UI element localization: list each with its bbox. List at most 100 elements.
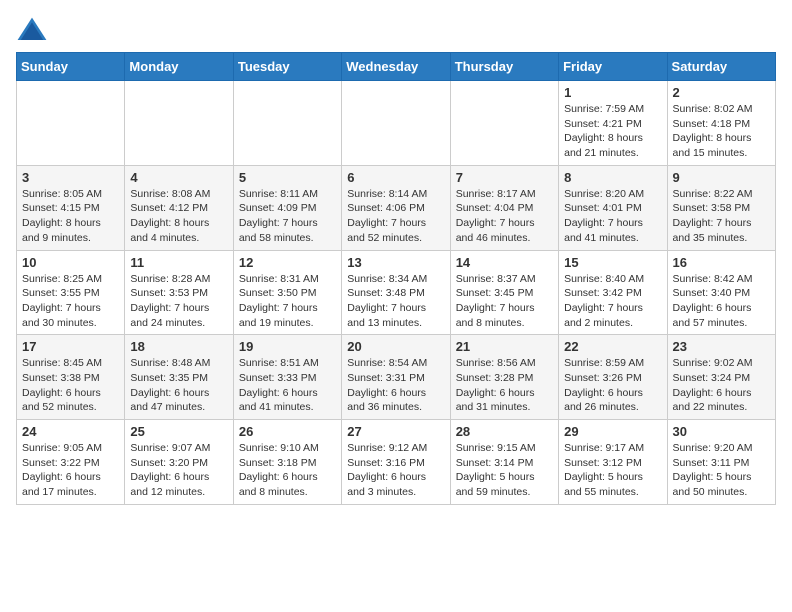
- calendar-cell: 10 Sunrise: 8:25 AM Sunset: 3:55 PM Dayli…: [17, 250, 125, 335]
- day-number: 10: [22, 255, 119, 270]
- day-number: 22: [564, 339, 661, 354]
- day-number: 2: [673, 85, 770, 100]
- calendar-cell: 3 Sunrise: 8:05 AM Sunset: 4:15 PM Daylig…: [17, 165, 125, 250]
- day-number: 29: [564, 424, 661, 439]
- day-info: Sunrise: 9:02 AM Sunset: 3:24 PM Dayligh…: [673, 356, 770, 415]
- day-info: Sunrise: 9:12 AM Sunset: 3:16 PM Dayligh…: [347, 441, 444, 500]
- day-number: 14: [456, 255, 553, 270]
- day-info: Sunrise: 8:45 AM Sunset: 3:38 PM Dayligh…: [22, 356, 119, 415]
- calendar-cell: 11 Sunrise: 8:28 AM Sunset: 3:53 PM Dayli…: [125, 250, 233, 335]
- calendar-cell: 4 Sunrise: 8:08 AM Sunset: 4:12 PM Daylig…: [125, 165, 233, 250]
- day-info: Sunrise: 9:20 AM Sunset: 3:11 PM Dayligh…: [673, 441, 770, 500]
- day-info: Sunrise: 9:07 AM Sunset: 3:20 PM Dayligh…: [130, 441, 227, 500]
- calendar-week-row: 24 Sunrise: 9:05 AM Sunset: 3:22 PM Dayli…: [17, 420, 776, 505]
- day-number: 3: [22, 170, 119, 185]
- day-number: 24: [22, 424, 119, 439]
- page-header: [16, 16, 776, 44]
- day-number: 11: [130, 255, 227, 270]
- day-info: Sunrise: 8:02 AM Sunset: 4:18 PM Dayligh…: [673, 102, 770, 161]
- calendar-cell: 21 Sunrise: 8:56 AM Sunset: 3:28 PM Dayli…: [450, 335, 558, 420]
- day-info: Sunrise: 7:59 AM Sunset: 4:21 PM Dayligh…: [564, 102, 661, 161]
- calendar-cell: 24 Sunrise: 9:05 AM Sunset: 3:22 PM Dayli…: [17, 420, 125, 505]
- weekday-header: Sunday: [17, 53, 125, 81]
- day-number: 30: [673, 424, 770, 439]
- logo-icon: [16, 16, 48, 44]
- day-number: 25: [130, 424, 227, 439]
- day-number: 8: [564, 170, 661, 185]
- calendar-cell: 29 Sunrise: 9:17 AM Sunset: 3:12 PM Dayli…: [559, 420, 667, 505]
- weekday-header: Saturday: [667, 53, 775, 81]
- day-number: 1: [564, 85, 661, 100]
- calendar-cell: [233, 81, 341, 166]
- calendar-cell: 5 Sunrise: 8:11 AM Sunset: 4:09 PM Daylig…: [233, 165, 341, 250]
- day-info: Sunrise: 8:37 AM Sunset: 3:45 PM Dayligh…: [456, 272, 553, 331]
- day-info: Sunrise: 8:25 AM Sunset: 3:55 PM Dayligh…: [22, 272, 119, 331]
- calendar-cell: 22 Sunrise: 8:59 AM Sunset: 3:26 PM Dayli…: [559, 335, 667, 420]
- calendar-table: SundayMondayTuesdayWednesdayThursdayFrid…: [16, 52, 776, 505]
- calendar-week-row: 10 Sunrise: 8:25 AM Sunset: 3:55 PM Dayli…: [17, 250, 776, 335]
- calendar-cell: 27 Sunrise: 9:12 AM Sunset: 3:16 PM Dayli…: [342, 420, 450, 505]
- day-info: Sunrise: 8:59 AM Sunset: 3:26 PM Dayligh…: [564, 356, 661, 415]
- calendar-cell: 13 Sunrise: 8:34 AM Sunset: 3:48 PM Dayli…: [342, 250, 450, 335]
- calendar-week-row: 1 Sunrise: 7:59 AM Sunset: 4:21 PM Daylig…: [17, 81, 776, 166]
- calendar-cell: 28Sunrise: 9:15 AM Sunset: 3:14 PM Dayli…: [450, 420, 558, 505]
- calendar-cell: [125, 81, 233, 166]
- day-number: 20: [347, 339, 444, 354]
- calendar-cell: 1 Sunrise: 7:59 AM Sunset: 4:21 PM Daylig…: [559, 81, 667, 166]
- day-info: Sunrise: 8:05 AM Sunset: 4:15 PM Dayligh…: [22, 187, 119, 246]
- day-info: Sunrise: 8:22 AM Sunset: 3:58 PM Dayligh…: [673, 187, 770, 246]
- day-number: 16: [673, 255, 770, 270]
- logo: [16, 16, 52, 44]
- day-number: 21: [456, 339, 553, 354]
- calendar-cell: 23 Sunrise: 9:02 AM Sunset: 3:24 PM Dayli…: [667, 335, 775, 420]
- day-number: 27: [347, 424, 444, 439]
- day-info: Sunrise: 8:08 AM Sunset: 4:12 PM Dayligh…: [130, 187, 227, 246]
- calendar-cell: 9 Sunrise: 8:22 AM Sunset: 3:58 PM Daylig…: [667, 165, 775, 250]
- day-info: Sunrise: 9:05 AM Sunset: 3:22 PM Dayligh…: [22, 441, 119, 500]
- day-info: Sunrise: 9:15 AM Sunset: 3:14 PM Dayligh…: [456, 441, 553, 500]
- calendar-header-row: SundayMondayTuesdayWednesdayThursdayFrid…: [17, 53, 776, 81]
- day-info: Sunrise: 8:48 AM Sunset: 3:35 PM Dayligh…: [130, 356, 227, 415]
- calendar-cell: 15 Sunrise: 8:40 AM Sunset: 3:42 PM Dayli…: [559, 250, 667, 335]
- day-info: Sunrise: 8:11 AM Sunset: 4:09 PM Dayligh…: [239, 187, 336, 246]
- calendar-cell: [342, 81, 450, 166]
- day-number: 13: [347, 255, 444, 270]
- calendar-cell: 30 Sunrise: 9:20 AM Sunset: 3:11 PM Dayli…: [667, 420, 775, 505]
- weekday-header: Tuesday: [233, 53, 341, 81]
- calendar-cell: 6 Sunrise: 8:14 AM Sunset: 4:06 PM Daylig…: [342, 165, 450, 250]
- day-number: 23: [673, 339, 770, 354]
- day-info: Sunrise: 8:40 AM Sunset: 3:42 PM Dayligh…: [564, 272, 661, 331]
- day-number: 12: [239, 255, 336, 270]
- day-number: 6: [347, 170, 444, 185]
- day-number: 15: [564, 255, 661, 270]
- calendar-cell: [450, 81, 558, 166]
- calendar-cell: 2 Sunrise: 8:02 AM Sunset: 4:18 PM Daylig…: [667, 81, 775, 166]
- day-info: Sunrise: 8:20 AM Sunset: 4:01 PM Dayligh…: [564, 187, 661, 246]
- day-number: 17: [22, 339, 119, 354]
- calendar-cell: 20Sunrise: 8:54 AM Sunset: 3:31 PM Dayli…: [342, 335, 450, 420]
- day-info: Sunrise: 8:28 AM Sunset: 3:53 PM Dayligh…: [130, 272, 227, 331]
- weekday-header: Friday: [559, 53, 667, 81]
- weekday-header: Monday: [125, 53, 233, 81]
- day-info: Sunrise: 9:17 AM Sunset: 3:12 PM Dayligh…: [564, 441, 661, 500]
- day-info: Sunrise: 8:34 AM Sunset: 3:48 PM Dayligh…: [347, 272, 444, 331]
- day-number: 5: [239, 170, 336, 185]
- calendar-cell: 8 Sunrise: 8:20 AM Sunset: 4:01 PM Daylig…: [559, 165, 667, 250]
- calendar-cell: 18 Sunrise: 8:48 AM Sunset: 3:35 PM Dayli…: [125, 335, 233, 420]
- day-info: Sunrise: 8:42 AM Sunset: 3:40 PM Dayligh…: [673, 272, 770, 331]
- calendar-cell: 19Sunrise: 8:51 AM Sunset: 3:33 PM Dayli…: [233, 335, 341, 420]
- day-number: 18: [130, 339, 227, 354]
- calendar-week-row: 17 Sunrise: 8:45 AM Sunset: 3:38 PM Dayli…: [17, 335, 776, 420]
- calendar-cell: 26Sunrise: 9:10 AM Sunset: 3:18 PM Dayli…: [233, 420, 341, 505]
- day-number: 4: [130, 170, 227, 185]
- day-number: 9: [673, 170, 770, 185]
- calendar-cell: 14 Sunrise: 8:37 AM Sunset: 3:45 PM Dayli…: [450, 250, 558, 335]
- day-info: Sunrise: 8:14 AM Sunset: 4:06 PM Dayligh…: [347, 187, 444, 246]
- day-info: Sunrise: 8:56 AM Sunset: 3:28 PM Dayligh…: [456, 356, 553, 415]
- day-info: Sunrise: 8:51 AM Sunset: 3:33 PM Dayligh…: [239, 356, 336, 415]
- day-info: Sunrise: 9:10 AM Sunset: 3:18 PM Dayligh…: [239, 441, 336, 500]
- calendar-cell: 16 Sunrise: 8:42 AM Sunset: 3:40 PM Dayli…: [667, 250, 775, 335]
- calendar-cell: 25 Sunrise: 9:07 AM Sunset: 3:20 PM Dayli…: [125, 420, 233, 505]
- calendar-cell: 17 Sunrise: 8:45 AM Sunset: 3:38 PM Dayli…: [17, 335, 125, 420]
- day-info: Sunrise: 8:17 AM Sunset: 4:04 PM Dayligh…: [456, 187, 553, 246]
